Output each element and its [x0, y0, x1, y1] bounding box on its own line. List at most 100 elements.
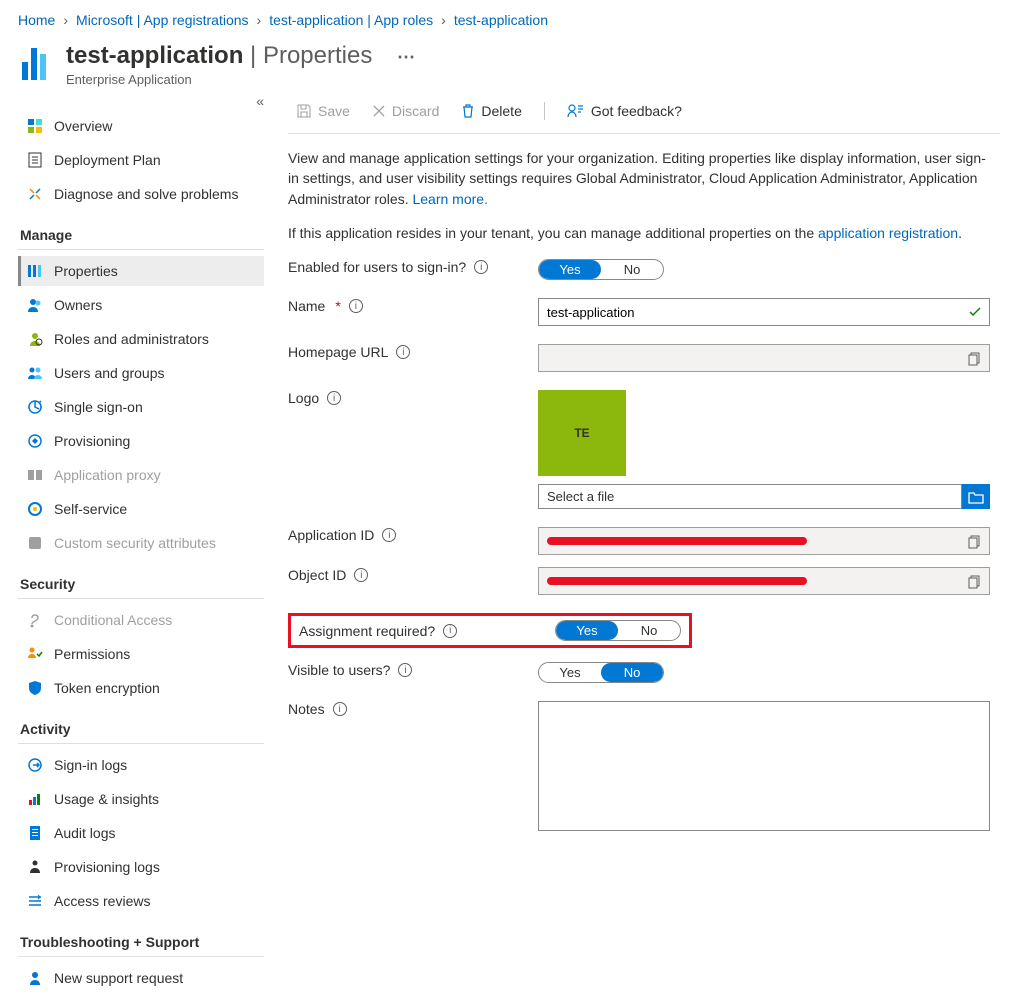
assign-toggle[interactable]: Yes No — [555, 620, 681, 641]
breadcrumb-home[interactable]: Home — [18, 12, 55, 28]
file-browse-button[interactable] — [962, 484, 990, 509]
usage-icon — [26, 790, 44, 808]
breadcrumb-app-registrations[interactable]: Microsoft | App registrations — [76, 12, 248, 28]
breadcrumb-current[interactable]: test-application — [454, 12, 548, 28]
sidebar-item-provisioning[interactable]: Provisioning — [18, 426, 264, 456]
delete-button[interactable]: Delete — [453, 99, 529, 123]
notes-label: Notes — [288, 701, 325, 717]
copy-button[interactable] — [965, 572, 985, 592]
assign-no[interactable]: No — [618, 621, 680, 640]
objid-field — [538, 567, 990, 595]
info-icon[interactable]: i — [474, 260, 488, 274]
app-registration-link[interactable]: application registration — [818, 225, 958, 241]
sidebar-item-permissions[interactable]: Permissions — [18, 639, 264, 669]
properties-icon — [26, 262, 44, 280]
visible-no[interactable]: No — [601, 663, 663, 682]
app-name: test-application — [66, 42, 243, 69]
sidebar-item-usage[interactable]: Usage & insights — [18, 784, 264, 814]
discard-button[interactable]: Discard — [364, 99, 447, 123]
sidebar-item-provlogs[interactable]: Provisioning logs — [18, 852, 264, 882]
enabled-toggle[interactable]: Yes No — [538, 259, 664, 280]
sidebar-item-access[interactable]: Access reviews — [18, 886, 264, 916]
assignment-required-highlight: Assignment required? i Yes No — [288, 613, 692, 648]
description-text-2b: . — [958, 225, 962, 241]
sidebar-item-audit[interactable]: Audit logs — [18, 818, 264, 848]
sidebar-item-label: Access reviews — [54, 893, 150, 909]
enabled-yes[interactable]: Yes — [539, 260, 601, 279]
roles-icon — [26, 330, 44, 348]
sidebar-item-custom-attr: Custom security attributes — [18, 528, 264, 558]
notes-textarea[interactable] — [538, 701, 990, 831]
collapse-sidebar-button[interactable]: « — [256, 93, 264, 109]
sidebar-item-label: Provisioning logs — [54, 859, 160, 875]
info-icon[interactable]: i — [398, 663, 412, 677]
name-input[interactable] — [539, 299, 961, 325]
appid-label: Application ID — [288, 527, 374, 543]
copy-button[interactable] — [965, 349, 985, 369]
main-content: Save Discard Delete Got feedback? — [264, 93, 1000, 997]
sidebar-group-troubleshooting-support: Troubleshooting + Support — [18, 920, 264, 957]
owners-icon — [26, 296, 44, 314]
name-label: Name — [288, 298, 325, 314]
visible-toggle[interactable]: Yes No — [538, 662, 664, 683]
homepage-label: Homepage URL — [288, 344, 388, 360]
sidebar-group-security: Security — [18, 562, 264, 599]
feedback-icon — [567, 103, 585, 119]
breadcrumb: Home › Microsoft | App registrations › t… — [18, 12, 1000, 28]
sidebar-item-label: Self-service — [54, 501, 127, 517]
sidebar-item-label: Application proxy — [54, 467, 161, 483]
discard-icon — [372, 104, 386, 118]
conditional-icon — [26, 611, 44, 629]
save-icon — [296, 103, 312, 119]
page-subtitle: Enterprise Application — [66, 72, 415, 87]
file-select-label[interactable]: Select a file — [538, 484, 962, 509]
sidebar-item-properties[interactable]: Properties — [18, 256, 264, 286]
feedback-button[interactable]: Got feedback? — [559, 99, 690, 123]
support-icon — [26, 969, 44, 987]
sidebar-item-support[interactable]: New support request — [18, 963, 264, 993]
info-icon[interactable]: i — [333, 702, 347, 716]
sidebar-item-token[interactable]: Token encryption — [18, 673, 264, 703]
sidebar-item-sso[interactable]: Single sign-on — [18, 392, 264, 422]
sidebar-item-overview[interactable]: Overview — [18, 111, 264, 141]
sidebar-item-label: New support request — [54, 970, 183, 986]
enabled-no[interactable]: No — [601, 260, 663, 279]
copy-button[interactable] — [965, 532, 985, 552]
info-icon[interactable]: i — [354, 568, 368, 582]
sidebar-item-label: Diagnose and solve problems — [54, 186, 238, 202]
sso-icon — [26, 398, 44, 416]
page-header: test-application | Properties ⋯ Enterpri… — [18, 42, 1000, 87]
redacted-value — [547, 577, 807, 585]
access-icon — [26, 892, 44, 910]
chevron-right-icon: › — [257, 12, 262, 28]
sidebar-item-owners[interactable]: Owners — [18, 290, 264, 320]
sidebar-item-diagnose[interactable]: Diagnose and solve problems — [18, 179, 264, 209]
save-button[interactable]: Save — [288, 99, 358, 123]
sidebar-item-deployment[interactable]: Deployment Plan — [18, 145, 264, 175]
sidebar-item-users-groups[interactable]: Users and groups — [18, 358, 264, 388]
appid-field — [538, 527, 990, 555]
sidebar-item-signin[interactable]: Sign-in logs — [18, 750, 264, 780]
info-icon[interactable]: i — [349, 299, 363, 313]
sidebar-item-label: Custom security attributes — [54, 535, 216, 551]
info-icon[interactable]: i — [443, 624, 457, 638]
feedback-label: Got feedback? — [591, 103, 682, 119]
save-label: Save — [318, 103, 350, 119]
assign-yes[interactable]: Yes — [556, 621, 618, 640]
chevron-right-icon: › — [63, 12, 68, 28]
info-icon[interactable]: i — [327, 391, 341, 405]
title-separator: | — [250, 42, 263, 69]
more-icon[interactable]: ⋯ — [397, 47, 415, 67]
required-marker: * — [335, 298, 340, 314]
signin-icon — [26, 756, 44, 774]
info-icon[interactable]: i — [382, 528, 396, 542]
assign-label: Assignment required? — [299, 623, 435, 639]
visible-yes[interactable]: Yes — [539, 663, 601, 682]
breadcrumb-app-roles[interactable]: test-application | App roles — [269, 12, 433, 28]
info-icon[interactable]: i — [396, 345, 410, 359]
overview-icon — [26, 117, 44, 135]
sidebar-item-roles[interactable]: Roles and administrators — [18, 324, 264, 354]
diagnose-icon — [26, 185, 44, 203]
sidebar-item-self-service[interactable]: Self-service — [18, 494, 264, 524]
learn-more-link[interactable]: Learn more. — [412, 191, 487, 207]
